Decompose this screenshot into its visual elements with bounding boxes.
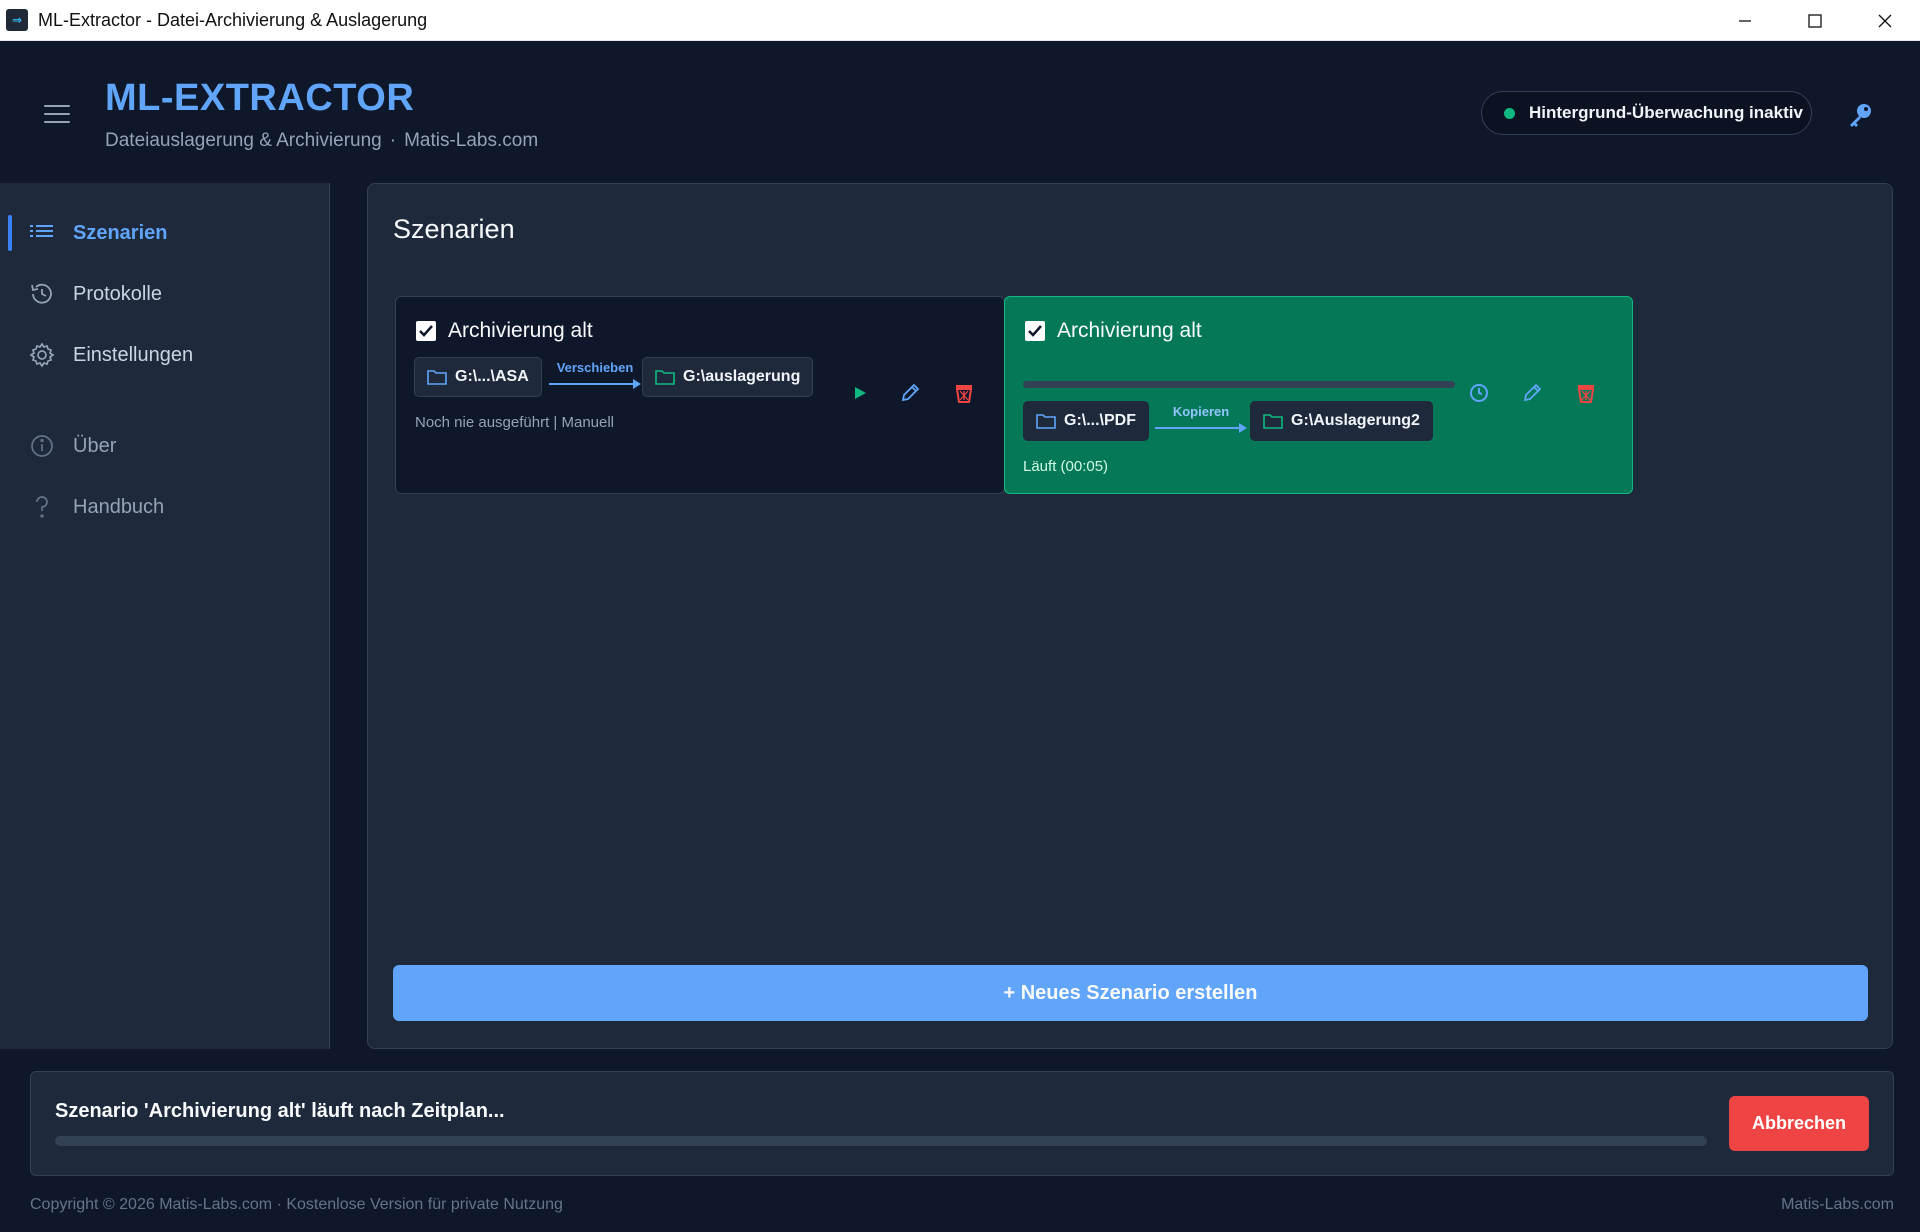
close-icon [1878,14,1892,27]
scenario-card: Archivierung alt G:\...\ASA Verschieben … [395,296,1005,494]
footer-copyright: Copyright © 2026 Matis-Labs.com · Kosten… [30,1196,563,1213]
gear-icon [29,342,55,368]
monitor-status-badge[interactable]: Hintergrund-Überwachung inaktiv [1481,91,1812,135]
help-icon [29,494,55,520]
transfer-arrow: Kopieren [1155,404,1247,434]
trash-icon [1577,385,1595,403]
menu-icon[interactable] [44,105,70,123]
page-title: Szenarien [393,214,515,244]
list-icon [29,220,55,246]
transfer-arrow: Verschieben [549,360,641,390]
subtitle-separator: · [389,130,397,151]
sidebar-item-label: Über [73,434,117,457]
sidebar-item-protokolle[interactable]: Protokolle [0,271,330,317]
sidebar-item-label: Handbuch [73,495,165,518]
scenario-status: Noch nie ausgeführt | Manuell [415,414,615,431]
source-folder-chip[interactable]: G:\...\PDF [1023,401,1149,441]
job-status-panel: Szenario 'Archivierung alt' läuft nach Z… [30,1071,1894,1176]
run-button[interactable] [846,379,874,407]
target-folder-chip[interactable]: G:\auslagerung [642,357,814,397]
checkmark-icon [419,325,433,337]
sidebar-item-szenarien[interactable]: Szenarien [0,210,330,256]
pencil-icon [1523,383,1542,402]
folder-icon [1263,413,1283,429]
sidebar-item-label: Protokolle [73,282,162,305]
minimize-icon [1739,19,1751,22]
scenario-checkbox[interactable] [1025,321,1045,341]
status-dot-icon [1504,107,1515,119]
maximize-button[interactable] [1780,0,1850,41]
transfer-action: Kopieren [1172,404,1230,419]
job-status-message: Szenario 'Archivierung alt' läuft nach Z… [55,1100,505,1122]
scenario-status: Läuft (00:05) [1023,458,1109,475]
play-icon [855,387,866,399]
app-subtitle: Dateiauslagerung & Archivierung · Matis-La… [105,130,538,152]
source-path: G:\...\PDF [1064,412,1136,429]
delete-button[interactable] [950,379,978,407]
app-brand: ML-EXTRACTOR [105,77,415,119]
sidebar-item-handbuch[interactable]: Handbuch [0,484,330,530]
cancel-button[interactable]: Abbrechen [1729,1096,1869,1151]
window-controls [1710,0,1920,41]
sidebar-item-ueber[interactable]: Über [0,423,330,469]
scenario-name: Archivierung alt [448,319,593,342]
scenario-card-running: Archivierung alt G:\...\PDF Kopieren G:\… [1004,296,1633,494]
monitor-status-label: Hintergrund-Überwachung inaktiv [1529,103,1803,122]
job-progress-fill [55,1136,1707,1146]
history-icon [29,281,55,307]
window-title: ML-Extractor - Datei-Archivierung & Ausl… [38,9,428,30]
scenario-progress-fill [1023,381,1455,388]
close-window-button[interactable] [1850,0,1920,41]
schedule-button[interactable] [1465,379,1493,407]
sidebar-item-einstellungen[interactable]: Einstellungen [0,332,330,378]
active-indicator [8,215,12,251]
source-path: G:\...\ASA [455,368,529,385]
target-folder-chip[interactable]: G:\Auslagerung2 [1250,401,1433,441]
trash-icon [955,385,973,403]
delete-button[interactable] [1572,379,1600,407]
scenario-progress-bar [1023,381,1455,388]
transfer-action: Verschieben [556,360,634,375]
maximize-icon [1808,13,1822,28]
scenarios-panel: Szenarien Archivierung alt G:\...\ASA Ve… [367,183,1893,1049]
pencil-icon [901,383,920,402]
sidebar-item-label: Einstellungen [73,343,194,366]
subtitle-right: Matis-Labs.com [404,130,539,151]
sidebar: Szenarien Protokolle Einstellungen Über … [0,183,330,1049]
app-icon: ⇒ [6,9,28,31]
window-titlebar: ⇒ ML-Extractor - Datei-Archivierung & Au… [0,0,1920,41]
subtitle-left: Dateiauslagerung & Archivierung [105,130,382,151]
scenario-checkbox[interactable] [416,321,436,341]
key-icon[interactable] [1846,101,1874,129]
scenario-name: Archivierung alt [1057,319,1202,342]
footer-link[interactable]: Matis-Labs.com [1781,1196,1894,1214]
new-scenario-button[interactable]: + Neues Szenario erstellen [393,965,1868,1021]
folder-icon [655,369,675,385]
sidebar-item-label: Szenarien [73,221,168,244]
edit-button[interactable] [1518,379,1546,407]
source-folder-chip[interactable]: G:\...\ASA [414,357,542,397]
target-path: G:\Auslagerung2 [1291,412,1420,429]
job-progress-bar [55,1136,1707,1146]
minimize-button[interactable] [1710,0,1780,41]
folder-icon [1036,413,1056,429]
folder-icon [427,369,447,385]
app-header: ML-EXTRACTOR Dateiauslagerung & Archivie… [0,41,1920,183]
checkmark-icon [1028,325,1042,337]
clock-icon [1470,384,1488,402]
edit-button[interactable] [896,379,924,407]
info-icon [29,433,55,459]
target-path: G:\auslagerung [683,368,801,385]
